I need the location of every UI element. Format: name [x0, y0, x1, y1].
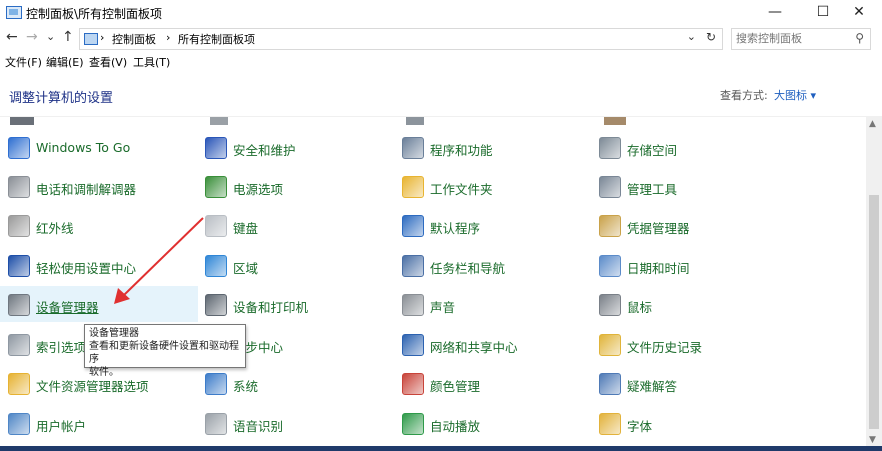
menu-tools[interactable]: 工具(T) — [133, 54, 170, 70]
recent-locations-button[interactable]: ⌄ — [46, 30, 55, 43]
scroll-down-icon[interactable]: ▼ — [869, 435, 876, 445]
tooltip-title: 设备管理器 — [89, 328, 139, 339]
menu-edit[interactable]: 编辑(E) — [46, 54, 84, 70]
view-by-dropdown[interactable]: 大图标 ▾ — [774, 87, 816, 103]
menu-view[interactable]: 查看(V) — [89, 54, 127, 70]
tooltip-description: 查看和更新设备硬件设置和驱动程序 — [89, 341, 239, 365]
page-title: 调整计算机的设置 — [9, 91, 114, 106]
search-box[interactable]: ⚲ — [731, 28, 871, 50]
tooltip: 设备管理器 查看和更新设备硬件设置和驱动程序 软件。 — [84, 324, 246, 378]
tooltip-description-cont: 软件。 — [89, 367, 119, 378]
minimize-button[interactable]: — — [752, 0, 798, 24]
vertical-scrollbar[interactable]: ▲ ▼ — [866, 117, 882, 451]
search-input[interactable] — [736, 31, 846, 45]
up-button[interactable]: ↑ — [62, 29, 74, 45]
menu-bar: 文件(F) 编辑(E) 查看(V) 工具(T) — [0, 53, 882, 69]
refresh-icon[interactable]: ↻ — [706, 30, 716, 44]
breadcrumb-separator[interactable]: › — [166, 31, 170, 44]
chevron-down-icon[interactable]: ⌄ — [687, 30, 696, 43]
breadcrumb-control-panel[interactable]: 控制面板 — [112, 31, 156, 47]
annotation-arrow — [114, 217, 204, 304]
scroll-thumb[interactable] — [869, 195, 879, 429]
control-panel-icon — [84, 33, 98, 45]
title-bar: 控制面板\所有控制面板项 — ☐ ✕ — [0, 0, 882, 24]
back-button[interactable]: ← — [6, 29, 18, 45]
forward-button[interactable]: → — [26, 29, 38, 45]
taskbar-edge — [0, 446, 882, 451]
scroll-up-icon[interactable]: ▲ — [869, 119, 876, 129]
search-icon[interactable]: ⚲ — [855, 31, 864, 45]
content-header: 调整计算机的设置 查看方式: 大图标 ▾ — [0, 70, 882, 116]
window-title: 控制面板\所有控制面板项 — [26, 7, 163, 21]
view-by-label: 查看方式: — [720, 89, 768, 102]
menu-file[interactable]: 文件(F) — [5, 54, 42, 70]
address-bar-row: ← → ⌄ ↑ › 控制面板 › 所有控制面板项 ⌄ ↻ ⚲ — [0, 26, 882, 50]
breadcrumb-all-items[interactable]: 所有控制面板项 — [178, 31, 255, 47]
control-panel-icon — [6, 6, 22, 19]
close-button[interactable]: ✕ — [836, 0, 882, 24]
breadcrumb-separator[interactable]: › — [100, 31, 104, 44]
address-box[interactable]: › 控制面板 › 所有控制面板项 ⌄ ↻ — [79, 28, 723, 50]
items-grid: Windows To Go 安全和维护 程序和功能 存储空间 电话和调制解调器 … — [0, 117, 866, 451]
